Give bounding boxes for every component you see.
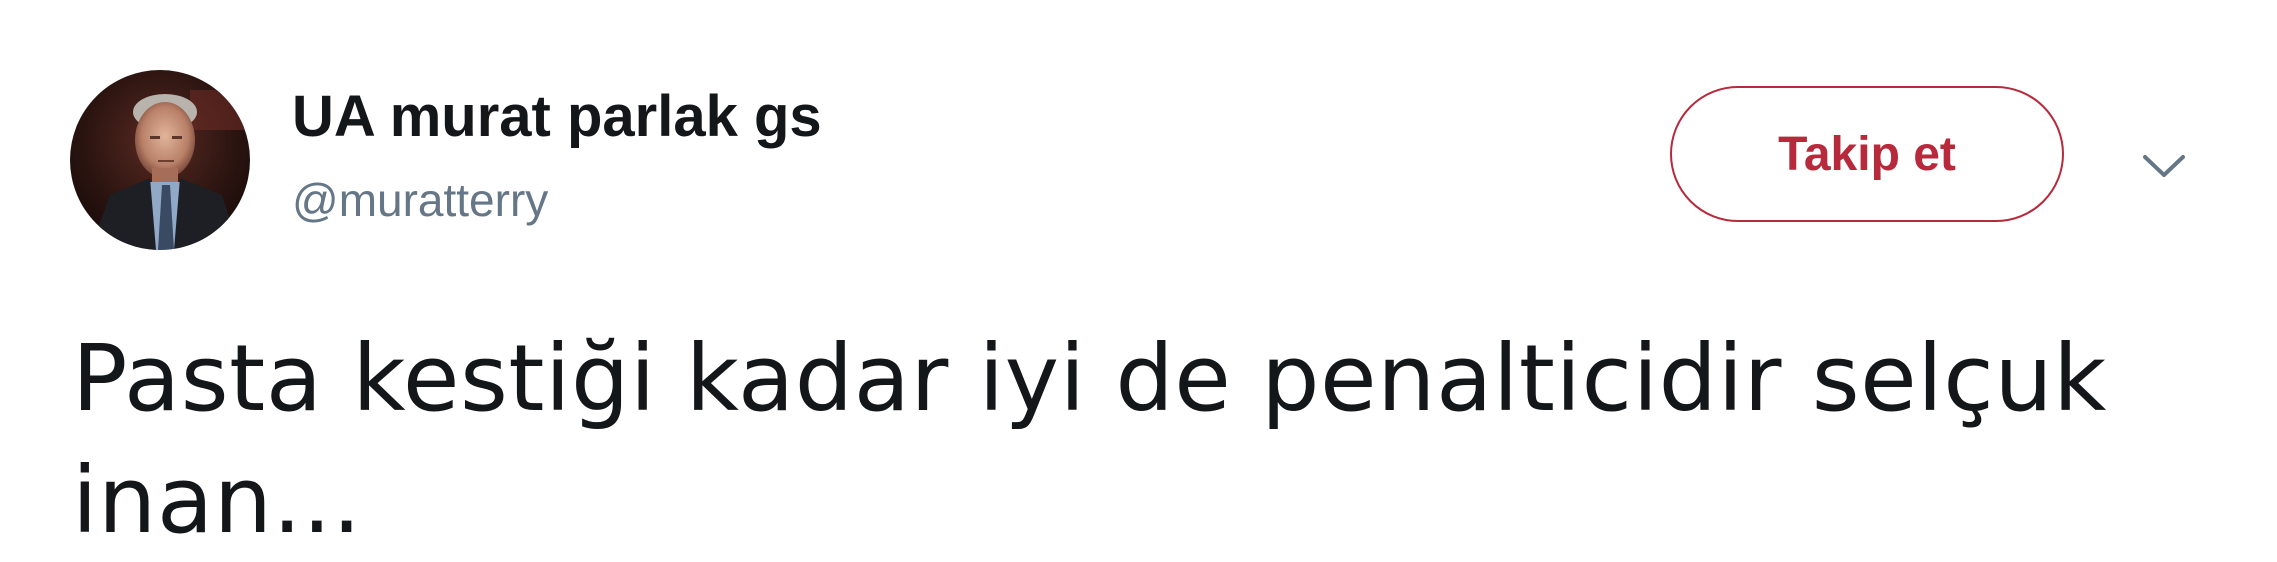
avatar-photo-icon	[70, 70, 250, 250]
user-handle[interactable]: @muratterry	[292, 172, 548, 228]
display-name[interactable]: UA murat parlak gs	[292, 82, 822, 152]
more-options-button[interactable]	[2134, 136, 2194, 196]
tweet-text: Pasta kestiği kadar iyi de penalticidir …	[72, 325, 2107, 554]
chevron-down-icon	[2143, 155, 2185, 177]
avatar[interactable]	[70, 70, 250, 250]
follow-button[interactable]: Takip et	[1670, 86, 2064, 222]
follow-button-label: Takip et	[1778, 127, 1956, 181]
tweet-card: UA murat parlak gs @muratterry Takip et …	[0, 0, 2277, 555]
